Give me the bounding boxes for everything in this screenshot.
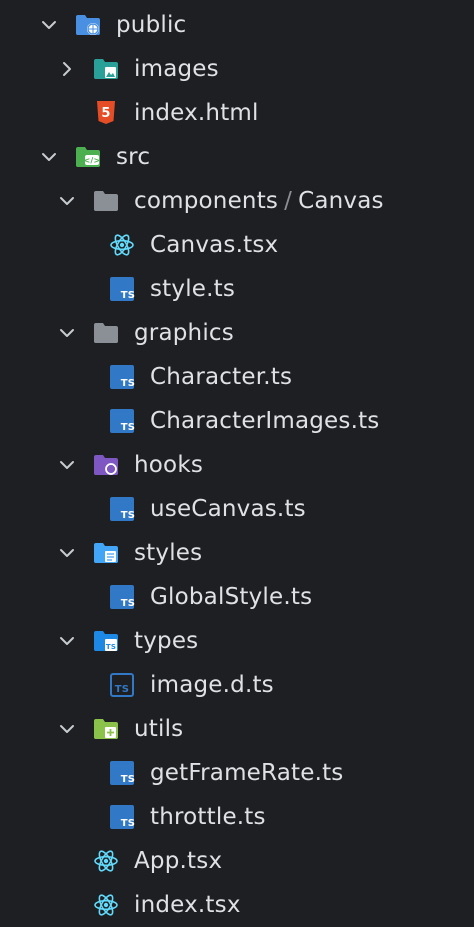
- tree-folder-row[interactable]: public: [0, 3, 474, 47]
- tree-item-label: public: [116, 12, 187, 38]
- tree-file-row[interactable]: TS Character.ts: [0, 355, 474, 399]
- typescript-icon: TS: [108, 407, 136, 435]
- tree-folder-row[interactable]: utils: [0, 707, 474, 751]
- svg-text:5: 5: [101, 106, 110, 121]
- tree-file-row[interactable]: TS style.ts: [0, 267, 474, 311]
- svg-text:TS: TS: [121, 818, 135, 829]
- chevron-right-icon[interactable]: [56, 58, 78, 80]
- tree-file-row[interactable]: Canvas.tsx: [0, 223, 474, 267]
- svg-text:TS: TS: [121, 510, 135, 521]
- tree-folder-row[interactable]: components / Canvas: [0, 179, 474, 223]
- file-explorer: public images 5 index.html </> src compone…: [0, 0, 474, 924]
- typescript-icon: TS: [108, 759, 136, 787]
- tree-item-label: index.html: [134, 100, 259, 126]
- chevron-down-icon[interactable]: [56, 190, 78, 212]
- tree-item-label: types: [134, 628, 199, 654]
- tree-folder-row[interactable]: TS types: [0, 619, 474, 663]
- react-icon: [92, 847, 120, 875]
- typescript-def-icon: TS: [108, 671, 136, 699]
- tree-item-label: graphics: [134, 320, 234, 346]
- tree-folder-row[interactable]: images: [0, 47, 474, 91]
- typescript-icon: TS: [108, 275, 136, 303]
- folder-icon: [92, 319, 120, 347]
- folder-icon: [92, 187, 120, 215]
- tree-file-row[interactable]: 5 index.html: [0, 91, 474, 135]
- svg-text:TS: TS: [106, 643, 116, 651]
- react-icon: [108, 231, 136, 259]
- chevron-down-icon[interactable]: [56, 630, 78, 652]
- tree-item-label: images: [134, 56, 219, 82]
- tree-file-row[interactable]: index.tsx: [0, 883, 474, 927]
- folder-types-icon: TS: [92, 627, 120, 655]
- chevron-down-icon[interactable]: [56, 454, 78, 476]
- tree-item-label: throttle.ts: [150, 804, 266, 830]
- folder-images-icon: [92, 55, 120, 83]
- typescript-icon: TS: [108, 803, 136, 831]
- tree-folder-row[interactable]: styles: [0, 531, 474, 575]
- tree-file-row[interactable]: TS throttle.ts: [0, 795, 474, 839]
- tree-item-label: CharacterImages.ts: [150, 408, 380, 434]
- tree-item-label: useCanvas.ts: [150, 496, 306, 522]
- svg-text:TS: TS: [121, 290, 135, 301]
- chevron-down-icon[interactable]: [56, 322, 78, 344]
- path-separator: /: [284, 188, 293, 214]
- svg-text:TS: TS: [121, 422, 135, 433]
- tree-item-label: index.tsx: [134, 892, 241, 918]
- chevron-down-icon[interactable]: [56, 542, 78, 564]
- typescript-icon: TS: [108, 495, 136, 523]
- folder-styles-icon: [92, 539, 120, 567]
- tree-item-label: Character.ts: [150, 364, 293, 390]
- tree-file-row[interactable]: TS image.d.ts: [0, 663, 474, 707]
- svg-text:</>: </>: [84, 156, 101, 165]
- tree-item-label: getFrameRate.ts: [150, 760, 344, 786]
- tree-item-label: GlobalStyle.ts: [150, 584, 313, 610]
- tree-file-row[interactable]: App.tsx: [0, 839, 474, 883]
- typescript-icon: TS: [108, 583, 136, 611]
- tree-folder-row[interactable]: </> src: [0, 135, 474, 179]
- folder-utils-icon: [92, 715, 120, 743]
- tree-file-row[interactable]: TS useCanvas.ts: [0, 487, 474, 531]
- folder-src-icon: </>: [74, 143, 102, 171]
- tree-file-row[interactable]: TS GlobalStyle.ts: [0, 575, 474, 619]
- svg-text:TS: TS: [115, 684, 129, 695]
- tree-item-label: App.tsx: [134, 848, 223, 874]
- folder-public-icon: [74, 11, 102, 39]
- chevron-down-icon[interactable]: [38, 14, 60, 36]
- tree-item-label: image.d.ts: [150, 672, 274, 698]
- tree-item-label: hooks: [134, 452, 204, 478]
- tree-item-label: styles: [134, 540, 203, 566]
- chevron-down-icon[interactable]: [56, 718, 78, 740]
- tree-file-row[interactable]: TS CharacterImages.ts: [0, 399, 474, 443]
- html5-icon: 5: [92, 99, 120, 127]
- tree-item-label: style.ts: [150, 276, 236, 302]
- tree-item-label: components: [134, 188, 279, 214]
- react-icon: [92, 891, 120, 919]
- tree-folder-row[interactable]: graphics: [0, 311, 474, 355]
- tree-item-label: Canvas.tsx: [150, 232, 279, 258]
- tree-file-row[interactable]: TS getFrameRate.ts: [0, 751, 474, 795]
- tree-folder-row[interactable]: hooks: [0, 443, 474, 487]
- chevron-down-icon[interactable]: [38, 146, 60, 168]
- svg-text:TS: TS: [121, 598, 135, 609]
- folder-hooks-icon: [92, 451, 120, 479]
- svg-text:TS: TS: [121, 774, 135, 785]
- svg-text:TS: TS: [121, 378, 135, 389]
- tree-item-label: src: [116, 144, 151, 170]
- tree-item-label-compact: Canvas: [298, 188, 384, 214]
- typescript-icon: TS: [108, 363, 136, 391]
- tree-item-label: utils: [134, 716, 184, 742]
